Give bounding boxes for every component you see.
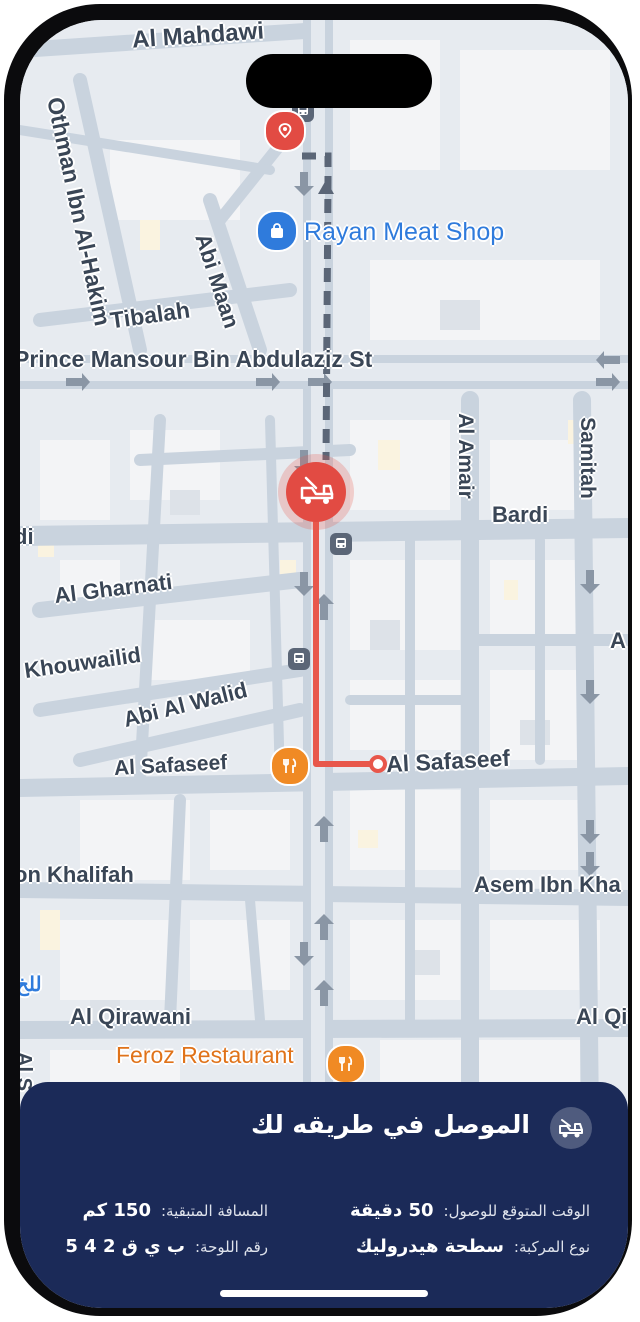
poi-label-feroz[interactable]: Feroz Restaurant [116,1042,294,1069]
driver-status-sheet: الموصل في طريقه لك الوقت المتوقع للوصول:… [20,1082,628,1308]
poi-label-rayan[interactable]: Rayan Meat Shop [304,218,504,247]
plate-label: رقم اللوحة: [195,1238,268,1256]
map-canvas [20,20,628,1135]
location-pin-icon[interactable] [264,110,306,152]
distance-label: المسافة المتبقية: [160,1202,268,1220]
vehicle-label: نوع المركبة: [513,1238,590,1256]
street-label: A [610,628,626,653]
street-label: Al Qirawani [70,1004,192,1029]
restaurant-icon[interactable] [326,1044,366,1084]
eta-label: الوقت المتوقع للوصول: [443,1202,590,1220]
street-label: di [20,524,34,549]
phone-volume-button [4,334,9,414]
street-label: Prince Mansour Bin Abdulaziz St [20,346,373,372]
dynamic-island [246,54,432,108]
street-label: Samitah [575,417,599,499]
street-label: on Khalifah [20,862,134,887]
street-label: للخ [20,974,42,996]
phone-frame: Rayan Meat Shop Feroz Restaurant Al Mahd… [4,4,632,1316]
plate-value: ب ي ق 2 4 5 [65,1236,185,1257]
distance-value: 150 كم [82,1200,151,1221]
street-label: Al Qi [576,1004,628,1029]
plate-row: رقم اللوحة: ب ي ق 2 4 5 [65,1236,268,1257]
restaurant-icon[interactable] [270,746,310,786]
bus-stop-icon[interactable] [330,533,352,555]
bus-stop-icon[interactable] [288,648,310,670]
vehicle-value: سطحة هيدروليك [355,1236,504,1257]
sheet-title: الموصل في طريقه لك [251,1110,530,1139]
home-indicator[interactable] [220,1290,428,1297]
street-label: Al Amair [453,413,477,499]
app-screen: Rayan Meat Shop Feroz Restaurant Al Mahd… [20,20,628,1308]
eta-value: 50 دقيقة [349,1200,434,1221]
street-label: Bardi [492,502,549,527]
phone-side-button [4,256,9,306]
vehicle-row: نوع المركبة: سطحة هيدروليك [356,1236,590,1257]
street-label: Asem Ibn Kha [474,872,621,897]
eta-row: الوقت المتوقع للوصول: 50 دقيقة [350,1200,590,1221]
map-view[interactable]: Rayan Meat Shop Feroz Restaurant Al Mahd… [20,20,628,1135]
distance-row: المسافة المتبقية: 150 كم [83,1200,268,1221]
shop-bag-icon[interactable] [256,210,298,252]
tow-truck-icon [550,1107,592,1149]
